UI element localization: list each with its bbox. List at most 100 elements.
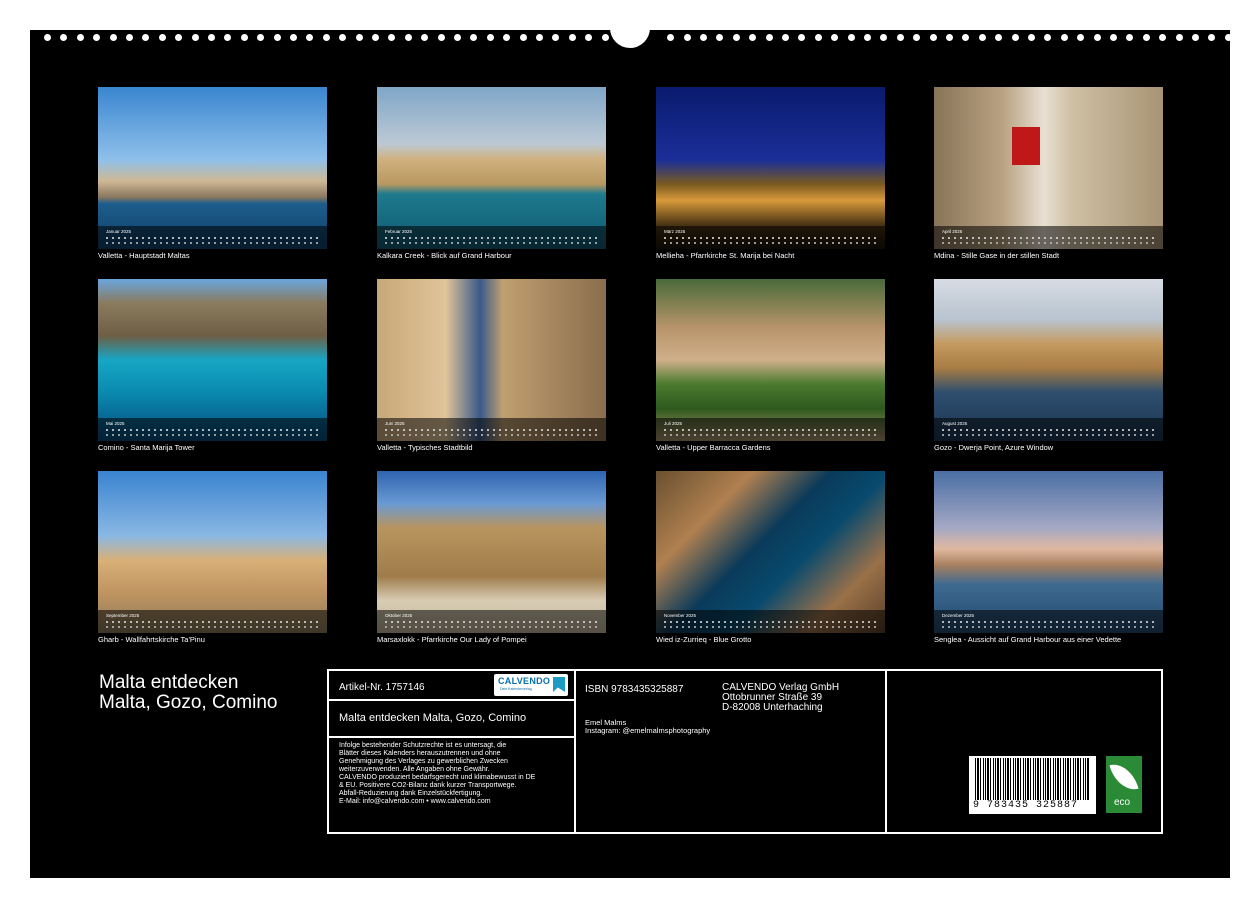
month-label: April 2025: [942, 229, 963, 234]
calvendo-logo: CALVENDO Dein Kalenderverlag: [494, 674, 568, 696]
binding-hole: [1011, 34, 1019, 41]
month-label: März 2025: [664, 229, 686, 234]
binding-hole: [683, 34, 691, 41]
binding-hole: [175, 34, 183, 41]
binding-hole: [1077, 34, 1085, 41]
calendar-strip: Januar 2025: [98, 226, 327, 249]
legal-line: CALVENDO produziert bedarfsgerecht und k…: [339, 774, 536, 781]
binding-hole: [995, 34, 1003, 41]
month-label: November 2025: [664, 613, 697, 618]
photo-caption: Wied iz-Zurrieq - Blue Grotto: [656, 635, 752, 644]
calendar-strip: November 2025: [656, 610, 885, 633]
binding-hole: [44, 34, 51, 41]
binding-hole: [1175, 34, 1183, 41]
binding-hole: [224, 34, 232, 41]
divider: [574, 671, 576, 832]
binding-hole: [765, 34, 773, 41]
month-label: Februar 2025: [385, 229, 413, 234]
photo-caption: Valletta - Typisches Stadtbild: [377, 443, 473, 452]
binding-hole: [929, 34, 937, 41]
photo-caption: Valletta - Hauptstadt Maltas: [98, 251, 190, 260]
binding-hole: [93, 34, 101, 41]
binding-hole: [273, 34, 281, 41]
binding-hole: [1142, 34, 1150, 41]
binding-hole: [158, 34, 166, 41]
binding-hole: [585, 34, 593, 41]
binding-hole: [896, 34, 904, 41]
binding-hole: [1028, 34, 1035, 41]
month-label: Januar 2025: [106, 229, 132, 234]
eco-badge: eco: [1106, 756, 1142, 813]
binding-hole: [831, 34, 839, 41]
binding-hole: [421, 34, 429, 41]
binding-hole: [913, 34, 921, 41]
barcode-bars: [975, 758, 1089, 800]
title-line-2: Malta, Gozo, Comino: [99, 692, 278, 713]
barcode: 9 783435 325887: [969, 756, 1096, 814]
binding-hole: [470, 34, 478, 41]
binding-hole: [880, 34, 888, 41]
binding-hole: [568, 34, 576, 41]
binding-hole: [700, 34, 707, 41]
thumbnail-february: Februar 2025: [377, 87, 606, 249]
legal-line: Genehmigung des Verlages zu gewerblichen…: [339, 758, 508, 765]
title-line-1: Malta entdecken: [99, 672, 239, 693]
legal-line: Abfall-Reduzierung dank Einzelstückferti…: [339, 790, 483, 797]
thumbnail-march: März 2025: [656, 87, 885, 249]
photo-caption: Gozo - Dwerja Point, Azure Window: [934, 443, 1054, 452]
binding-hole: [1060, 34, 1068, 41]
binding-hole: [339, 34, 347, 41]
binding-hole: [1126, 34, 1134, 41]
binding-hole: [782, 34, 789, 41]
legal-line: weiterzuverwenden. Alle Angaben ohne Gew…: [339, 766, 490, 773]
author-info: Emel Malms Instagram: @emelmalmsphotogra…: [585, 719, 710, 735]
binding-hole: [76, 34, 84, 41]
month-label: September 2025: [106, 613, 140, 618]
binding-hole: [372, 34, 379, 41]
binding-hole: [716, 34, 724, 41]
instagram-handle: Instagram: @emelmalmsphotography: [585, 726, 711, 735]
photo-caption: Kalkara Creek - Blick auf Grand Harbour: [377, 251, 512, 260]
thumbnail-january: Januar 2025: [98, 87, 327, 249]
photo-caption: Comino - Santa Marija Tower: [98, 443, 195, 452]
thumbnail-june: Juni 2025: [377, 279, 606, 441]
binding-hole: [486, 34, 494, 41]
binding-hole: [847, 34, 855, 41]
binding-hole: [142, 34, 150, 41]
publisher-line: D-82008 Unterhaching: [722, 702, 823, 713]
thumbnail-december: Dezember 2025: [934, 471, 1163, 633]
calendar-strip: Oktober 2025: [377, 610, 606, 633]
binding-hole: [814, 34, 822, 41]
leaf-icon: [1109, 759, 1139, 795]
calendar-strip: Februar 2025: [377, 226, 606, 249]
binding-hole: [454, 34, 461, 41]
logo-subtext: Dein Kalenderverlag: [500, 687, 532, 691]
calendar-strip: Juni 2025: [377, 418, 606, 441]
binding-hole: [503, 34, 511, 41]
publisher-address: CALVENDO Verlag GmbH Ottobrunner Straße …: [722, 683, 839, 713]
photo-caption: Mdina - Stille Gase in der stillen Stadt: [934, 251, 1060, 260]
binding-hole: [749, 34, 757, 41]
logo-text: CALVENDO: [498, 676, 551, 686]
binding-hole: [1093, 34, 1101, 41]
binding-hole: [1110, 34, 1117, 41]
thumbnail-april: April 2025: [934, 87, 1163, 249]
binding-hole: [962, 34, 970, 41]
binding-hole: [60, 34, 68, 41]
month-label: Dezember 2025: [942, 613, 975, 618]
binding-hole: [1192, 34, 1199, 41]
legal-line: E-Mail: info@calvendo.com • www.calvendo…: [339, 798, 491, 805]
month-label: Juli 2025: [664, 421, 683, 426]
binding-hole: [257, 34, 265, 41]
thumbnail-august: August 2025: [934, 279, 1163, 441]
binding-hole: [864, 34, 871, 41]
calendar-title: Malta entdecken Malta, Gozo, Comino: [99, 673, 277, 713]
month-label: Oktober 2025: [385, 613, 413, 618]
isbn: ISBN 9783435325887: [585, 684, 684, 695]
bookmark-icon: [553, 677, 565, 692]
binding-hole: [798, 34, 806, 41]
calendar-strip: April 2025: [934, 226, 1163, 249]
photo-caption: Gharb - Wallfahrtskirche Ta'Pinu: [98, 635, 205, 644]
calendar-strip: September 2025: [98, 610, 327, 633]
binding-hole: [322, 34, 330, 41]
